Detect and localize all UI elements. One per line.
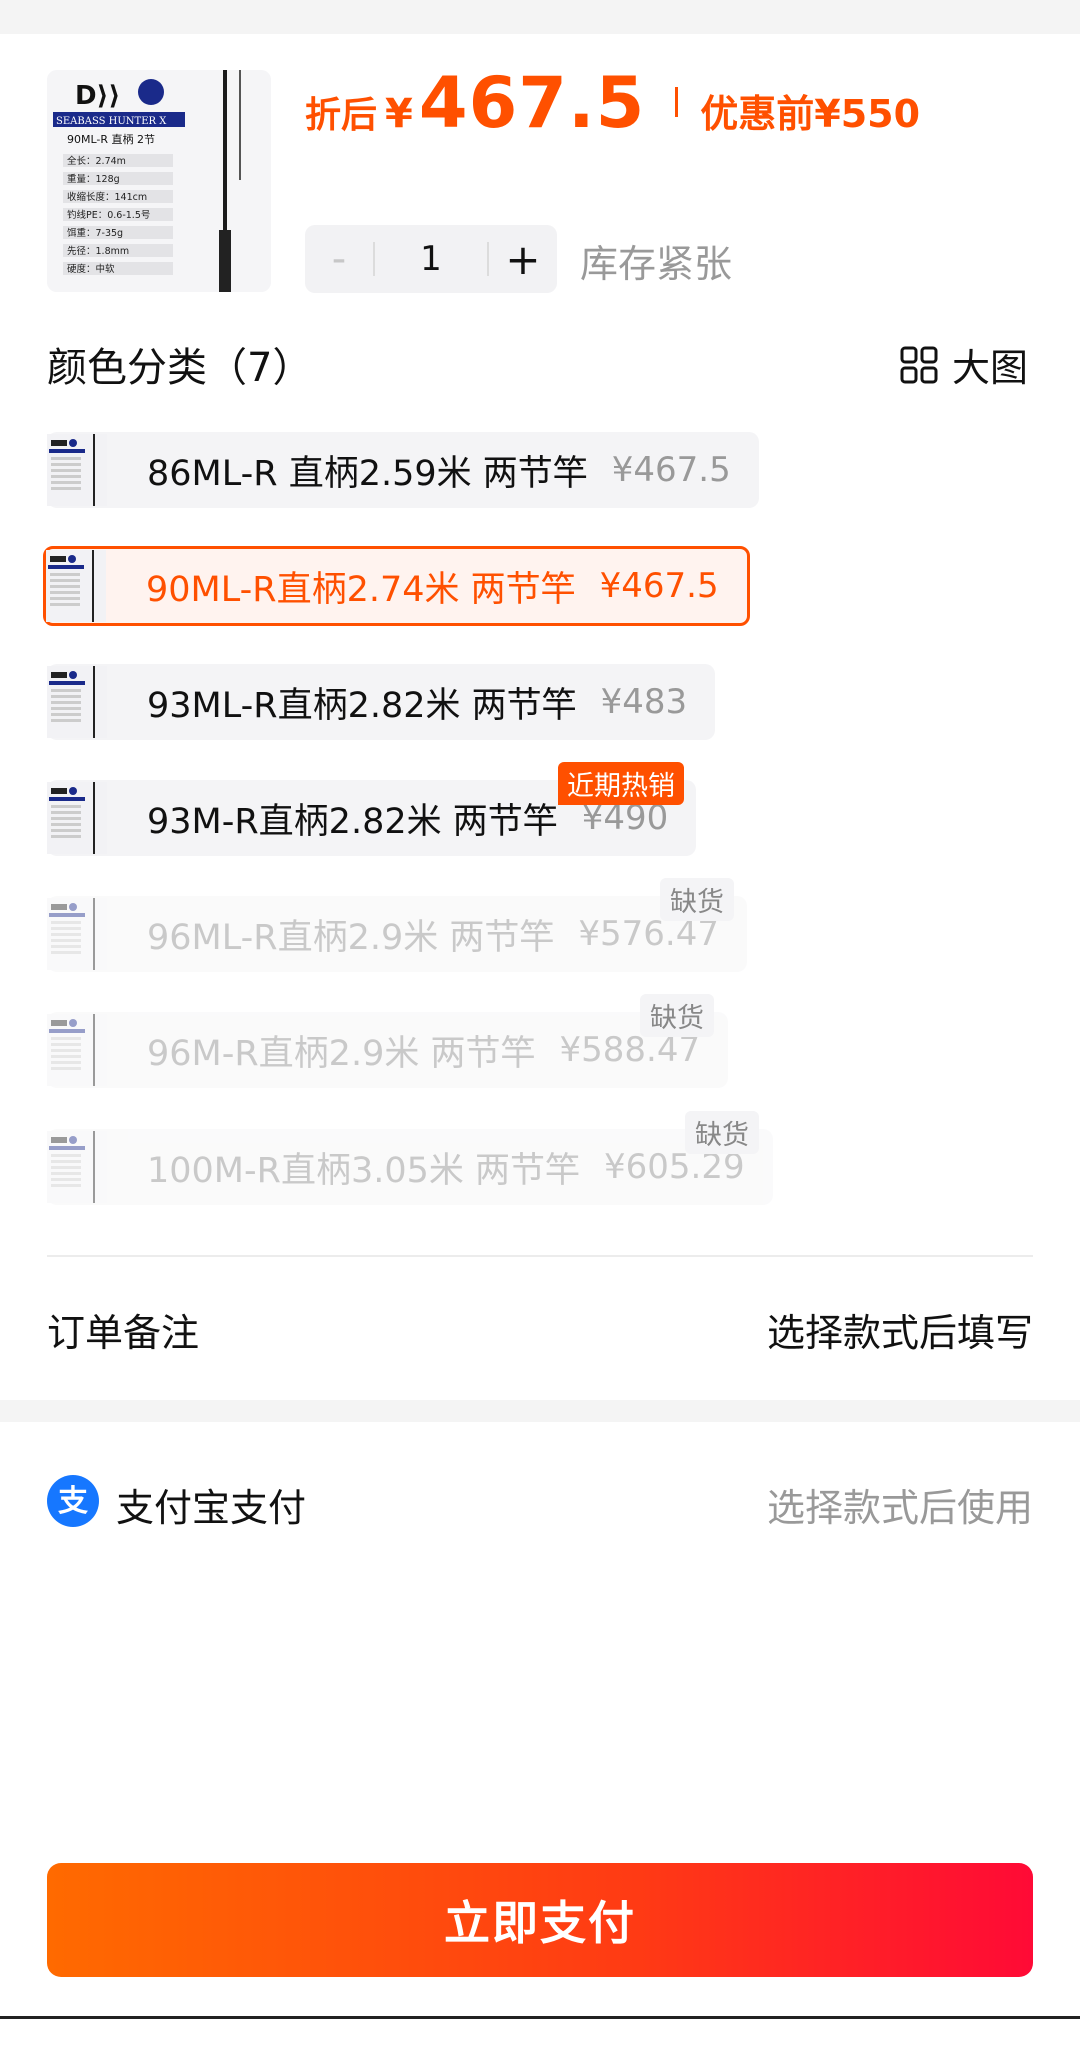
sku-name: 90ML-R直柄2.74米 两节竿 [146, 569, 576, 610]
current-price: 467.5 [418, 62, 646, 144]
decrease-button[interactable]: - [305, 225, 373, 293]
sku-price: ¥467.5 [611, 450, 731, 490]
sku-option-out-of-stock[interactable]: 96M-R直柄2.9米 两节竿 ¥588.47 [47, 1012, 729, 1088]
stock-note: 库存紧张 [580, 242, 733, 286]
big-view-toggle[interactable]: 大图 [900, 337, 1028, 392]
section-divider [47, 1255, 1033, 1257]
sku-name: 93M-R直柄2.82米 两节竿 [147, 801, 558, 842]
sku-option[interactable]: 93ML-R直柄2.82米 两节竿 ¥483 [47, 664, 716, 740]
increase-button[interactable]: + [489, 225, 557, 293]
sku-name: 96M-R直柄2.9米 两节竿 [147, 1033, 536, 1074]
pay-now-button[interactable]: 立即支付 [47, 1863, 1033, 1977]
sku-price: ¥483 [600, 682, 688, 722]
out-of-stock-badge: 缺货 [685, 1111, 759, 1154]
sku-thumbnail [47, 1014, 107, 1086]
out-of-stock-badge: 缺货 [640, 994, 714, 1037]
sku-thumbnail [47, 782, 107, 854]
top-band [0, 0, 1080, 34]
sku-option-out-of-stock[interactable]: 96ML-R直柄2.9米 两节竿 ¥576.47 [47, 896, 747, 972]
hot-sale-badge: 近期热销 [558, 762, 684, 805]
svg-text:全长：2.74m: 全长：2.74m [67, 155, 126, 167]
payment-method-label[interactable]: 支付宝支付 [116, 1477, 306, 1532]
out-of-stock-badge: 缺货 [660, 878, 734, 921]
price-separator [675, 87, 679, 117]
original-price: 优惠前¥550 [700, 92, 921, 136]
sku-option-out-of-stock[interactable]: 100M-R直柄3.05米 两节竿 ¥605.29 [47, 1129, 773, 1205]
section-gap [0, 1400, 1080, 1422]
sku-name: 96ML-R直柄2.9米 两节竿 [147, 917, 555, 958]
quantity-stepper: - 1 + [305, 225, 557, 293]
sku-name: 93ML-R直柄2.82米 两节竿 [147, 685, 577, 726]
sku-option[interactable]: 86ML-R 直柄2.59米 两节竿 ¥467.5 [47, 432, 759, 508]
alipay-icon: 支 [47, 1475, 99, 1527]
order-note-label: 订单备注 [47, 1311, 200, 1355]
sku-name: 86ML-R 直柄2.59米 两节竿 [147, 453, 588, 494]
currency-symbol: ¥ [385, 91, 413, 137]
sku-thumbnail [46, 550, 106, 622]
sku-thumbnail [47, 1131, 107, 1203]
big-view-label: 大图 [951, 346, 1028, 390]
svg-text:重量：128g: 重量：128g [67, 173, 120, 185]
sku-option-selected[interactable]: 90ML-R直柄2.74米 两节竿 ¥467.5 [43, 546, 750, 626]
quantity-input[interactable]: 1 [375, 239, 487, 279]
svg-text:D⟩⟩: D⟩⟩ [75, 81, 120, 111]
discount-price-label: 折后 [305, 95, 378, 136]
sku-thumbnail [47, 898, 107, 970]
svg-text:SEABASS HUNTER X: SEABASS HUNTER X [56, 116, 167, 127]
sku-name: 100M-R直柄3.05米 两节竿 [147, 1150, 581, 1191]
sku-price: ¥467.5 [599, 566, 719, 606]
svg-text:钓线PE：0.6-1.5号: 钓线PE：0.6-1.5号 [67, 209, 150, 221]
grid-icon [900, 346, 938, 383]
svg-text:硬度：中软: 硬度：中软 [67, 263, 115, 275]
order-note-input[interactable]: 选择款式后填写 [767, 1302, 1033, 1357]
svg-text:90ML-R 直柄 2节: 90ML-R 直柄 2节 [67, 132, 155, 146]
sku-section-title: 颜色分类（7） [47, 345, 313, 391]
svg-text:先径：1.8mm: 先径：1.8mm [67, 245, 129, 257]
home-indicator [0, 2016, 1080, 2019]
sku-thumbnail [47, 666, 107, 738]
payment-method-hint: 选择款式后使用 [766, 1486, 1033, 1530]
svg-text:饵重：7-35g: 饵重：7-35g [67, 227, 123, 239]
price-row: 折后 ¥ 467.5 优惠前¥550 [305, 62, 921, 144]
product-thumbnail[interactable]: D⟩⟩ SEABASS HUNTER X 90ML-R 直柄 2节 全长：2.7… [47, 70, 271, 292]
sku-thumbnail [47, 434, 107, 506]
svg-text:收缩长度：141cm: 收缩长度：141cm [67, 191, 147, 203]
svg-text:支: 支 [58, 1484, 88, 1519]
